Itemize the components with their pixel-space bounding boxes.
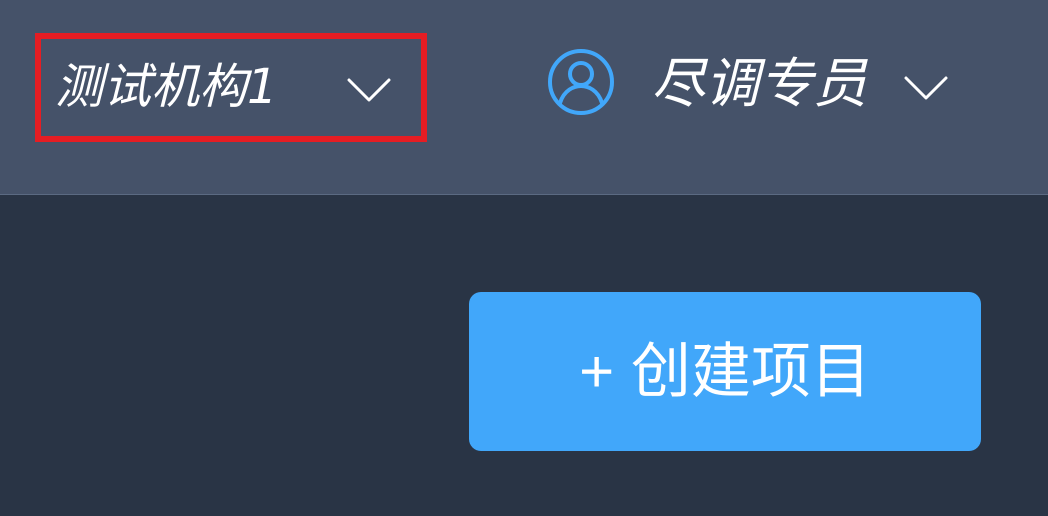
organization-selector[interactable]: 测试机构1: [35, 33, 427, 142]
user-avatar-icon: [548, 49, 614, 115]
chevron-down-icon: [347, 78, 391, 102]
create-project-button[interactable]: + 创建项目: [469, 292, 981, 451]
top-header: 测试机构1 尽调专员: [0, 0, 1048, 195]
organization-name: 测试机构1: [55, 59, 278, 115]
chevron-down-icon: [904, 76, 948, 100]
user-role-label: 尽调专员: [651, 52, 867, 115]
user-menu[interactable]: 尽调专员: [546, 45, 956, 127]
